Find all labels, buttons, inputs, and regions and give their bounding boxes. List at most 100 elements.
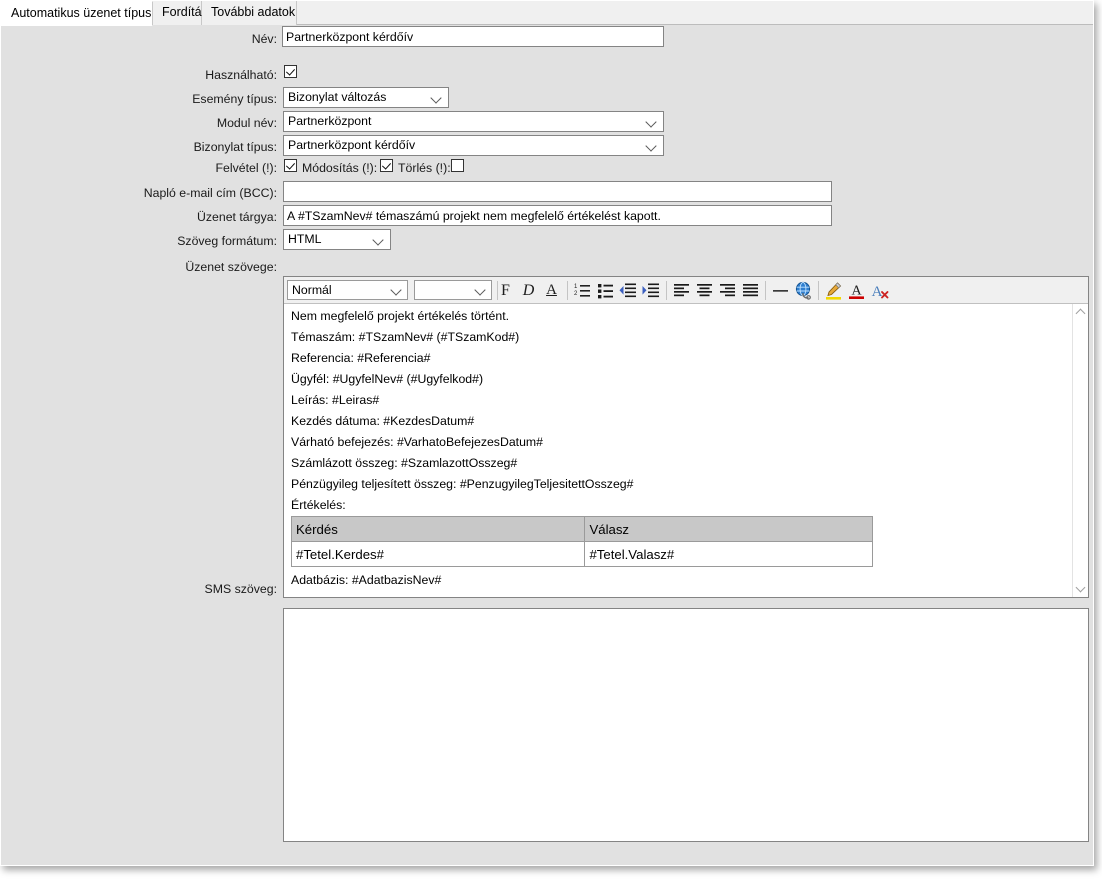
document-type-value: Partnerközpont kérdőív	[288, 138, 416, 152]
svg-text:A: A	[851, 284, 862, 299]
globe-icon	[795, 281, 811, 300]
editor-vertical-scrollbar[interactable]	[1072, 304, 1088, 597]
tab-label: További adatok	[211, 5, 296, 19]
message-body-editor: Normál F D A 1 2 A A Nem megfelelő proje…	[283, 276, 1089, 598]
align-left-button[interactable]	[671, 280, 692, 301]
clear-formatting-button[interactable]: A	[869, 280, 890, 301]
tab-label: Fordítás	[162, 5, 208, 19]
chevron-down-icon	[372, 230, 386, 249]
align-right-icon	[720, 284, 735, 297]
evaluation-table: Kérdés Válasz #Tetel.Kerdes# #Tetel.Vala…	[290, 516, 873, 567]
table-header-cell: Válasz	[584, 516, 873, 542]
highlight-color-button[interactable]	[823, 280, 844, 301]
usable-checkbox[interactable]	[284, 65, 297, 78]
sms-text-area[interactable]	[283, 608, 1089, 842]
message-body-label: Üzenet szövege:	[185, 260, 277, 274]
highlighter-pen-icon	[826, 282, 842, 300]
editor-line: Kezdés dátuma: #KezdesDatum#	[291, 414, 475, 428]
editor-line: Számlázott összeg: #SzamlazottOsszeg#	[291, 456, 518, 470]
editor-toolbar: Normál F D A 1 2 A A	[284, 277, 1088, 304]
toolbar-separator	[765, 281, 766, 300]
name-input[interactable]	[282, 26, 664, 47]
italic-icon: D	[522, 282, 535, 299]
table-header-cell: Kérdés	[290, 516, 586, 542]
subject-label: Üzenet tárgya:	[197, 210, 277, 224]
tab-label: Automatikus üzenet típus	[11, 6, 152, 20]
decrease-indent-button[interactable]	[618, 280, 639, 301]
editor-content-area[interactable]: Nem megfelelő projekt értékelés történt.…	[284, 304, 1072, 597]
align-justify-icon	[743, 284, 758, 297]
text-format-value: HTML	[288, 232, 322, 246]
underline-icon: A	[546, 282, 557, 298]
bullet-list-button[interactable]	[595, 280, 616, 301]
table-header-row: Kérdés Válasz	[290, 516, 873, 542]
editor-line: Nem megfelelő projekt értékelés történt.	[291, 309, 510, 323]
name-label: Név:	[251, 32, 277, 46]
font-color-icon: A	[849, 284, 864, 299]
sms-text-label: SMS szöveg:	[204, 582, 277, 596]
chevron-down-icon	[645, 112, 659, 131]
scroll-down-icon[interactable]	[1073, 581, 1088, 597]
tab-strip: Automatikus üzenet típus Fordítás Tovább…	[1, 1, 1093, 26]
horizontal-rule-icon	[773, 290, 788, 292]
event-type-combo[interactable]: Bizonylat változás	[283, 87, 449, 108]
align-center-icon	[697, 284, 712, 297]
svg-text:1: 1	[574, 284, 578, 290]
chevron-down-icon	[391, 281, 403, 299]
tab-forditas[interactable]: Fordítás	[153, 1, 208, 25]
insert-label: Felvétel (!):	[215, 161, 278, 175]
table-row: #Tetel.Kerdes# #Tetel.Valasz#	[290, 541, 873, 567]
font-name-combo[interactable]	[414, 280, 492, 300]
bullet-list-icon	[598, 284, 613, 299]
toolbar-separator	[818, 281, 819, 300]
editor-line: Pénzügyileg teljesített összeg: #Penzugy…	[291, 477, 634, 491]
italic-button[interactable]: D	[518, 280, 539, 301]
document-type-combo[interactable]: Partnerközpont kérdőív	[283, 135, 664, 156]
editor-line: Ügyfél: #UgyfelNev# (#Ugyfelkod#)	[291, 372, 484, 386]
text-format-combo[interactable]: HTML	[283, 229, 391, 250]
toolbar-separator	[666, 281, 667, 300]
horizontal-rule-button[interactable]	[770, 280, 791, 301]
tab-automatikus-uzenet-tipus[interactable]: Automatikus üzenet típus	[1, 1, 153, 26]
tab-tovabbi-adatok[interactable]: További adatok	[202, 1, 297, 25]
text-format-label: Szöveg formátum:	[177, 234, 277, 248]
decrease-indent-icon	[619, 283, 636, 298]
increase-indent-button[interactable]	[641, 280, 662, 301]
bold-icon: F	[501, 282, 510, 299]
align-right-button[interactable]	[717, 280, 738, 301]
underline-button[interactable]: A	[541, 280, 562, 301]
event-type-value: Bizonylat változás	[288, 90, 387, 104]
table-cell: #Tetel.Kerdes#	[290, 541, 586, 567]
subject-input[interactable]	[283, 205, 832, 226]
scroll-up-icon[interactable]	[1073, 304, 1088, 320]
form-body: Név: Használható: Esemény típus: Bizonyl…	[2, 25, 1093, 865]
log-email-bcc-label: Napló e-mail cím (BCC):	[143, 186, 277, 200]
editor-line: Leírás: #Leiras#	[291, 393, 380, 407]
align-left-icon	[674, 284, 689, 297]
log-email-bcc-input[interactable]	[283, 181, 832, 202]
document-type-label: Bizonylat típus:	[193, 140, 277, 154]
paragraph-style-combo[interactable]: Normál	[287, 280, 408, 300]
numbered-list-icon: 1 2	[574, 284, 590, 297]
font-color-button[interactable]: A	[846, 280, 867, 301]
editor-line: Referencia: #Referencia#	[291, 351, 431, 365]
align-center-button[interactable]	[694, 280, 715, 301]
modify-checkbox[interactable]	[380, 159, 393, 172]
delete-checkbox[interactable]	[451, 159, 464, 172]
bold-button[interactable]: F	[495, 280, 516, 301]
module-name-label: Modul név:	[216, 116, 277, 130]
paragraph-style-value: Normál	[292, 283, 332, 297]
svg-text:A: A	[872, 284, 883, 300]
hyperlink-button[interactable]	[793, 280, 814, 301]
module-name-combo[interactable]: Partnerközpont	[283, 111, 664, 132]
module-name-value: Partnerközpont	[288, 114, 372, 128]
table-cell: #Tetel.Valasz#	[584, 541, 873, 567]
increase-indent-icon	[642, 283, 659, 298]
clear-formatting-icon: A	[872, 284, 889, 300]
chevron-down-icon	[475, 281, 487, 299]
align-justify-button[interactable]	[740, 280, 761, 301]
editor-line: Adatbázis: #AdatbazisNev#	[291, 573, 442, 587]
insert-checkbox[interactable]	[284, 159, 297, 172]
modify-label: Módosítás (!):	[302, 161, 378, 175]
numbered-list-button[interactable]: 1 2	[572, 280, 593, 301]
